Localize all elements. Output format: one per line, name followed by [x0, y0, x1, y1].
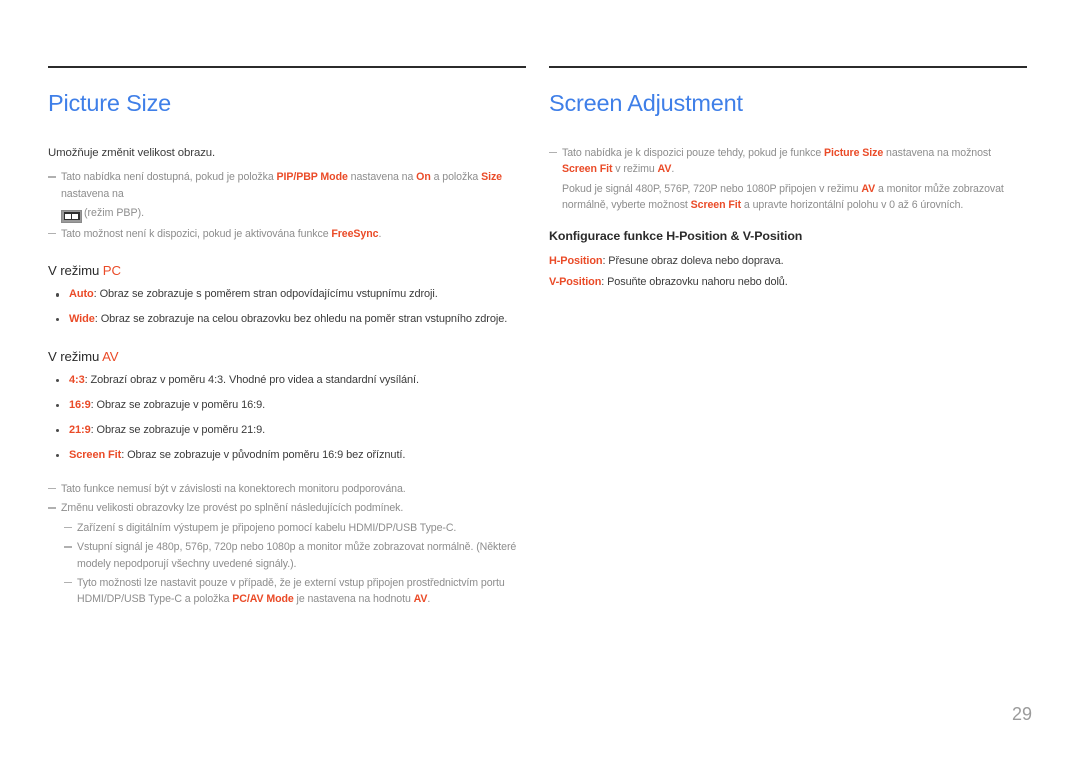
note-screen-fit-availability: Tato nabídka je k dispozici pouze tehdy,… — [549, 145, 1027, 178]
config-line-h-position: H-Position: Přesune obraz doleva nebo do… — [549, 253, 1027, 270]
heading-position-config: Konfigurace funkce H-Position & V-Positi… — [549, 228, 803, 243]
option-desc: : Obraz se zobrazuje v původním poměru 1… — [121, 449, 406, 462]
highlight-screen-fit: Screen Fit — [562, 163, 613, 176]
list-item: 21:9: Obraz se zobrazuje v poměru 21:9. — [48, 423, 526, 439]
highlight-freesync: FreeSync — [331, 227, 379, 240]
heading-prefix: V režimu — [48, 263, 103, 279]
option-desc: : Obraz se zobrazuje s poměrem stran odp… — [93, 288, 438, 301]
heading-prefix: V režimu — [48, 349, 103, 365]
highlight-screen-fit: Screen Fit — [690, 199, 742, 212]
intro-text: Umožňuje změnit velikost obrazu. — [48, 147, 216, 160]
list-item: 16:9: Obraz se zobrazuje v poměru 16:9. — [48, 398, 526, 414]
note-freesync-unavailable: Tato možnost není k dispozici, pokud je … — [48, 226, 526, 242]
page-title-screen-adjustment: Screen Adjustment — [549, 90, 743, 116]
list-item: Auto: Obraz se zobrazuje s poměrem stran… — [48, 287, 526, 303]
note-text-part: Tato nabídka je k dispozici pouze tehdy,… — [562, 147, 825, 160]
highlight-av: AV — [657, 163, 672, 176]
heading-av-mode: V režimu AV — [48, 349, 526, 364]
note-text-part: Pokud je signál 480P, 576P, 720P nebo 10… — [562, 182, 862, 195]
note-text-part: je nastavena na hodnotu — [293, 593, 414, 606]
option-term: 21:9 — [69, 424, 91, 437]
note-resize-conditions: Změnu velikosti obrazovky lze provést po… — [48, 500, 526, 516]
right-column: Screen Adjustment Tato nabídka je k disp… — [549, 66, 1027, 296]
pbp-icon-caption: (režim PBP). — [84, 206, 145, 219]
option-desc: : Obraz se zobrazuje v poměru 21:9. — [90, 424, 266, 437]
page-number: 29 — [1011, 704, 1032, 724]
option-term: 4:3 — [69, 374, 85, 387]
note-text-part: nastavena na možnost — [883, 147, 991, 160]
highlight-av: AV — [861, 182, 876, 195]
note-pc-av-mode-requirement: Tyto možnosti lze nastavit pouze v přípa… — [64, 575, 526, 608]
note-text-part: nastavena na — [61, 187, 124, 200]
option-term: Wide — [69, 313, 95, 326]
av-mode-options-list: 4:3: Zobrazí obraz v poměru 4:3. Vhodné … — [48, 373, 526, 464]
option-desc: : Posuňte obrazovku nahoru nebo dolů. — [601, 276, 788, 289]
option-desc: : Obraz se zobrazuje v poměru 16:9. — [90, 399, 266, 412]
note-pip-pbp-unavailable: Tato nabídka není dostupná, pokud je pol… — [48, 169, 526, 202]
note-connector-support: Tato funkce nemusí být v závislosti na k… — [48, 481, 526, 497]
note-text-part: Tato nabídka není dostupná, pokud je pol… — [61, 171, 277, 184]
highlight-pc-av-mode: PC/AV Mode — [232, 593, 294, 606]
highlight-av: AV — [413, 593, 428, 606]
note-text-part: . — [427, 593, 431, 606]
option-desc: : Zobrazí obraz v poměru 4:3. Vhodné pro… — [84, 374, 419, 387]
note-text-part: nastavena na — [347, 171, 417, 184]
highlight-on: On — [416, 171, 431, 184]
highlight-pip-pbp-mode: PIP/PBP Mode — [276, 171, 348, 184]
option-term: H-Position — [549, 254, 603, 267]
heading-mode-av: AV — [102, 349, 119, 365]
option-term: Screen Fit — [69, 449, 122, 462]
option-term: Auto — [69, 288, 94, 301]
page-title-picture-size: Picture Size — [48, 90, 171, 116]
pc-mode-options-list: Auto: Obraz se zobrazuje s poměrem stran… — [48, 287, 526, 328]
option-term: 16:9 — [69, 399, 91, 412]
pbp-icon-caption-line: (režim PBP). — [48, 205, 526, 223]
note-resize-condition-digital: Zařízení s digitálním výstupem je připoj… — [64, 520, 526, 536]
note-text-part: . — [378, 227, 382, 240]
pbp-mode-icon — [61, 209, 82, 223]
note-text-part: v režimu — [612, 163, 658, 176]
note-text-part: a upravte horizontální polohu v 0 až 6 ú… — [741, 199, 964, 212]
section-divider-right — [549, 66, 1027, 68]
note-text-part: Tato možnost není k dispozici, pokud je … — [61, 227, 332, 240]
note-text-part: . — [671, 163, 675, 176]
note-text-part: a položka — [430, 171, 482, 184]
heading-pc-mode: V režimu PC — [48, 263, 526, 278]
heading-mode-pc: PC — [102, 263, 121, 279]
option-desc: : Obraz se zobrazuje na celou obrazovku … — [94, 313, 508, 326]
config-line-v-position: V-Position: Posuňte obrazovku nahoru neb… — [549, 274, 1027, 291]
note-resize-condition-signal: Vstupní signál je 480p, 576p, 720p nebo … — [64, 539, 526, 572]
section-divider-left — [48, 66, 526, 68]
option-desc: : Přesune obraz doleva nebo doprava. — [602, 254, 784, 267]
list-item: 4:3: Zobrazí obraz v poměru 4:3. Vhodné … — [48, 373, 526, 389]
highlight-size: Size — [481, 171, 502, 184]
option-term: V-Position — [549, 276, 602, 289]
note-screen-fit-signal-detail: Pokud je signál 480P, 576P, 720P nebo 10… — [549, 181, 1027, 214]
document-page: Picture Size Umožňuje změnit velikost ob… — [0, 0, 1080, 763]
list-item: Screen Fit: Obraz se zobrazuje v původní… — [48, 448, 526, 464]
highlight-picture-size: Picture Size — [824, 147, 884, 160]
left-column: Picture Size Umožňuje změnit velikost ob… — [48, 66, 526, 611]
list-item: Wide: Obraz se zobrazuje na celou obrazo… — [48, 312, 526, 328]
